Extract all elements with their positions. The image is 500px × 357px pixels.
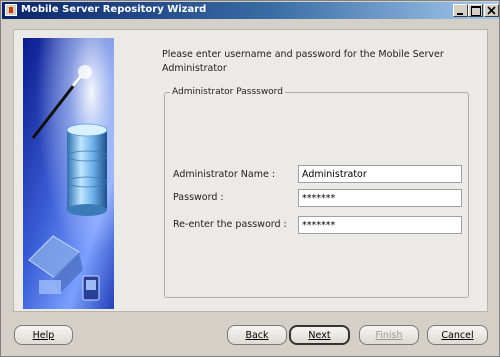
- admin-name-input[interactable]: [298, 165, 462, 183]
- minimize-button[interactable]: [453, 4, 468, 17]
- finish-button-label: Finish: [375, 329, 403, 341]
- password-input[interactable]: [298, 189, 462, 207]
- help-button[interactable]: Help: [14, 325, 73, 345]
- intro-text: Please enter username and password for t…: [162, 49, 444, 74]
- admin-name-label: Administrator Name :: [173, 169, 276, 180]
- back-button[interactable]: Back: [227, 325, 287, 345]
- close-button[interactable]: [484, 4, 499, 17]
- cancel-button[interactable]: Cancel: [427, 325, 488, 345]
- help-button-label: Help: [32, 329, 55, 341]
- window-title: Mobile Server Repository Wizard: [21, 4, 207, 15]
- title-bar[interactable]: Mobile Server Repository Wizard: [2, 2, 499, 19]
- back-button-label: Back: [245, 329, 269, 341]
- close-icon: [487, 6, 496, 15]
- finish-button[interactable]: Finish: [359, 325, 419, 345]
- wizard-window: Mobile Server Repository Wizard Please e…: [0, 0, 500, 357]
- wizard-graphic: [23, 38, 114, 309]
- next-button-label: Next: [308, 329, 331, 341]
- next-button[interactable]: Next: [289, 325, 350, 345]
- reenter-password-input[interactable]: [298, 216, 462, 234]
- app-icon[interactable]: [5, 4, 17, 16]
- groupbox-legend: Administrator Passsword: [170, 87, 285, 97]
- password-label: Password :: [173, 192, 224, 203]
- cancel-button-label: Cancel: [441, 329, 474, 341]
- reenter-password-label: Re-enter the password :: [173, 219, 287, 230]
- maximize-button[interactable]: [468, 4, 483, 17]
